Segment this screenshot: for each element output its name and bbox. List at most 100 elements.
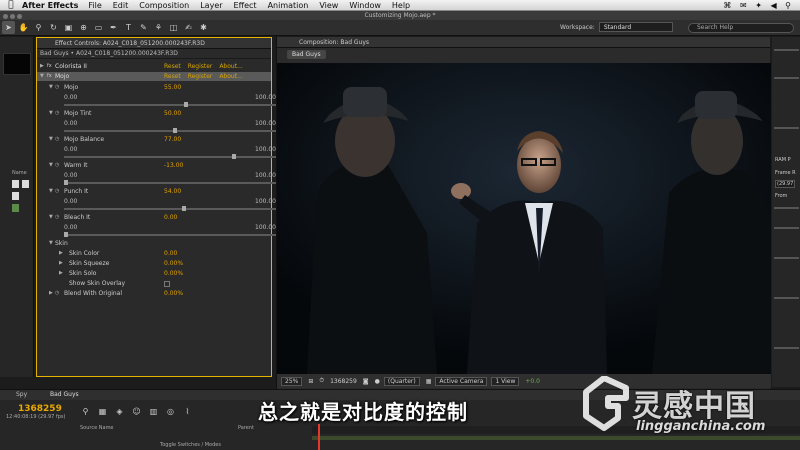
menu-composition[interactable]: Composition bbox=[139, 1, 189, 10]
resolution-select[interactable]: (Quarter) bbox=[383, 376, 420, 386]
composition-tab[interactable]: Composition: Bad Guys bbox=[277, 37, 770, 48]
slider-track[interactable] bbox=[64, 102, 286, 107]
menu-file[interactable]: File bbox=[88, 1, 101, 10]
tab-spy[interactable]: Spy bbox=[16, 390, 27, 400]
rectangle-tool-icon[interactable]: ▭ bbox=[92, 21, 105, 34]
effect-row-colorista[interactable]: ▶ fx Colorista II Reset Register About..… bbox=[37, 62, 271, 71]
ram-preview-label[interactable]: RAM P bbox=[775, 157, 791, 163]
stopwatch-icon[interactable]: ◷ bbox=[55, 84, 59, 90]
register-link[interactable]: Register bbox=[188, 63, 213, 70]
file-icon[interactable] bbox=[12, 192, 19, 200]
zoom-select[interactable]: 25% bbox=[281, 376, 303, 386]
menu-effect[interactable]: Effect bbox=[234, 1, 257, 10]
workspace-select[interactable]: Standard bbox=[598, 22, 673, 32]
stopwatch-icon[interactable]: ◷ bbox=[55, 214, 59, 220]
menu-window[interactable]: Window bbox=[349, 1, 381, 10]
grid-icon[interactable]: ⊞ bbox=[308, 378, 313, 385]
selection-tool-icon[interactable]: ➤ bbox=[2, 21, 15, 34]
reset-link[interactable]: Reset bbox=[164, 63, 181, 70]
file-icon[interactable] bbox=[12, 180, 19, 188]
search-help-input[interactable]: Search Help bbox=[688, 23, 794, 33]
brush-tool-icon[interactable]: ✎ bbox=[137, 21, 150, 34]
frame-rate-select[interactable]: (29.97 bbox=[775, 180, 796, 188]
graph-editor-icon[interactable]: ⌇ bbox=[182, 406, 193, 417]
source-name-header[interactable]: Source Name bbox=[80, 425, 114, 431]
property-value[interactable]: 77.00 bbox=[164, 136, 181, 143]
menu-animation[interactable]: Animation bbox=[268, 1, 309, 10]
slider-track[interactable] bbox=[64, 232, 286, 237]
apple-icon[interactable]:  bbox=[0, 0, 22, 10]
parent-header[interactable]: Parent bbox=[238, 425, 254, 431]
overlay-checkbox[interactable] bbox=[164, 281, 170, 287]
slider-track[interactable] bbox=[64, 154, 286, 159]
fx-icon[interactable]: fx bbox=[47, 62, 52, 71]
fx-icon[interactable]: fx bbox=[47, 72, 52, 81]
toggle-switches-modes[interactable]: Toggle Switches / Modes bbox=[160, 442, 221, 448]
collapse-triangle-icon[interactable]: ▼ bbox=[49, 162, 53, 168]
property-value[interactable]: 0.00 bbox=[164, 214, 177, 221]
timeline-timecode[interactable]: 1368259 bbox=[18, 404, 62, 414]
type-tool-icon[interactable]: T bbox=[122, 21, 135, 34]
register-link[interactable]: Register bbox=[188, 73, 213, 80]
rotate-tool-icon[interactable]: ↻ bbox=[47, 21, 60, 34]
comp-mini-flowchart-icon[interactable]: ▦ bbox=[97, 406, 108, 417]
exposure-value[interactable]: +0.0 bbox=[525, 378, 540, 385]
comp-timecode[interactable]: 1368259 bbox=[330, 378, 357, 385]
composition-subtab[interactable]: Bad Guys bbox=[287, 50, 326, 59]
frame-blending-icon[interactable]: ▥ bbox=[148, 406, 159, 417]
slider-knob[interactable] bbox=[173, 128, 177, 133]
expand-triangle-icon[interactable]: ▶ bbox=[59, 270, 63, 276]
skin-group[interactable]: ▼ Skin bbox=[37, 240, 271, 248]
clone-tool-icon[interactable]: ⚘ bbox=[152, 21, 165, 34]
menu-view[interactable]: View bbox=[319, 1, 338, 10]
motion-blur-icon[interactable]: ◎ bbox=[165, 406, 176, 417]
composition-viewer[interactable] bbox=[277, 63, 771, 374]
about-link[interactable]: About... bbox=[219, 73, 242, 80]
expand-triangle-icon[interactable]: ▶ bbox=[59, 250, 63, 256]
slider-knob[interactable] bbox=[64, 232, 68, 237]
property-value[interactable]: 55.00 bbox=[164, 84, 181, 91]
puppet-tool-icon[interactable]: ✱ bbox=[197, 21, 210, 34]
roto-brush-tool-icon[interactable]: ✍ bbox=[182, 21, 195, 34]
expand-triangle-icon[interactable]: ▶ bbox=[59, 260, 63, 266]
expand-triangle-icon[interactable]: ▶ bbox=[49, 290, 53, 296]
property-value[interactable]: 0.00% bbox=[164, 270, 183, 277]
collapse-triangle-icon[interactable]: ▼ bbox=[49, 110, 53, 116]
expand-triangle-icon[interactable]: ▶ bbox=[40, 62, 44, 71]
stopwatch-icon[interactable]: ◷ bbox=[55, 136, 59, 142]
app-menu[interactable]: After Effects bbox=[22, 1, 78, 10]
project-name-column[interactable]: Name bbox=[12, 170, 27, 176]
collapse-triangle-icon[interactable]: ▼ bbox=[40, 72, 44, 81]
property-value[interactable]: 50.00 bbox=[164, 110, 181, 117]
eraser-tool-icon[interactable]: ◫ bbox=[167, 21, 180, 34]
menu-layer[interactable]: Layer bbox=[200, 1, 222, 10]
hand-tool-icon[interactable]: ✋ bbox=[17, 21, 30, 34]
slider-knob[interactable] bbox=[231, 154, 236, 159]
shy-layers-icon[interactable]: ☺ bbox=[131, 406, 142, 417]
menu-help[interactable]: Help bbox=[392, 1, 410, 10]
playhead[interactable] bbox=[318, 424, 320, 450]
collapse-triangle-icon[interactable]: ▼ bbox=[49, 136, 53, 142]
search-icon[interactable]: ⚲ bbox=[80, 406, 91, 417]
color-channel-icon[interactable]: ● bbox=[375, 378, 380, 385]
property-value[interactable]: 0.00 bbox=[164, 250, 177, 257]
draft-3d-icon[interactable]: ◈ bbox=[114, 406, 125, 417]
work-area-bar[interactable] bbox=[312, 436, 800, 440]
stopwatch-icon[interactable]: ◷ bbox=[55, 188, 59, 194]
zoom-tool-icon[interactable]: ⚲ bbox=[32, 21, 45, 34]
reset-link[interactable]: Reset bbox=[164, 73, 181, 80]
stopwatch-icon[interactable]: ◷ bbox=[55, 290, 59, 296]
camera-tool-icon[interactable]: ▣ bbox=[62, 21, 75, 34]
slider-track[interactable] bbox=[64, 206, 286, 211]
property-value[interactable]: 0.00% bbox=[164, 260, 183, 267]
file-icon[interactable] bbox=[22, 180, 29, 188]
composition-icon[interactable] bbox=[12, 204, 19, 212]
collapse-triangle-icon[interactable]: ▼ bbox=[49, 214, 53, 220]
collapse-triangle-icon[interactable]: ▼ bbox=[49, 240, 53, 246]
region-icon[interactable]: ▦ bbox=[426, 378, 432, 385]
status-icons[interactable]: ⌘ ✉ ✦ ◀ ⚲ bbox=[723, 1, 794, 10]
views-select[interactable]: 1 View bbox=[491, 376, 520, 386]
effect-row-mojo[interactable]: ▼ fx Mojo Reset Register About... bbox=[37, 72, 271, 81]
slider-track[interactable] bbox=[64, 128, 286, 133]
slider-track[interactable] bbox=[64, 180, 286, 185]
